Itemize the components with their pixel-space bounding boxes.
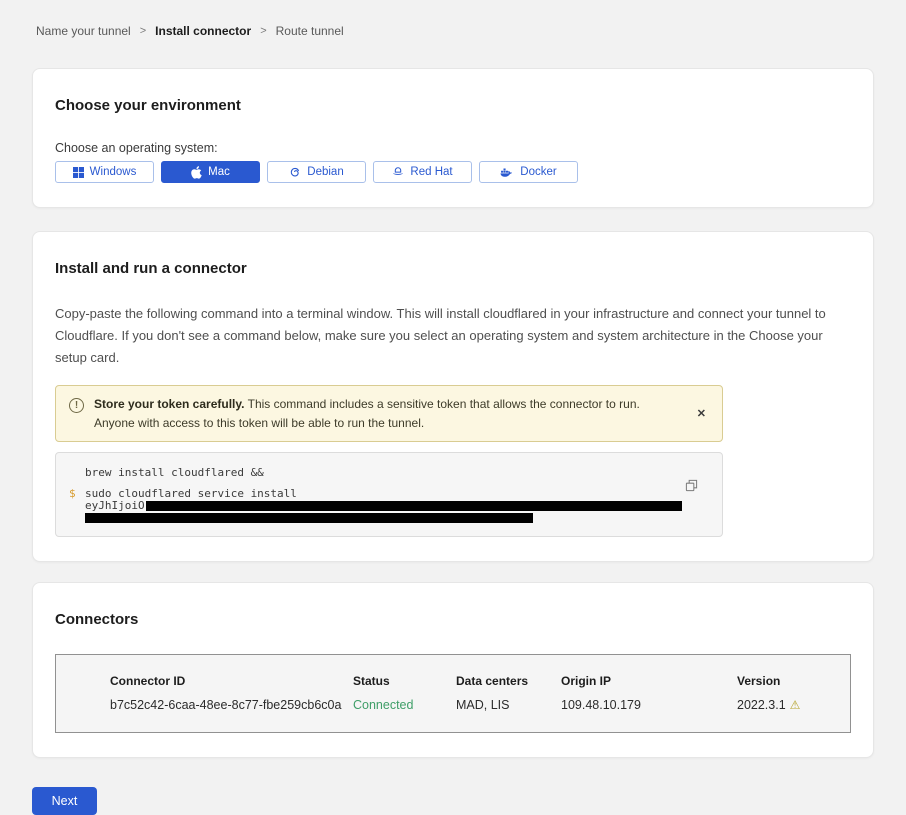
connectors-table: Connector ID Status Data centers Origin … <box>55 654 851 733</box>
column-header-origin-ip: Origin IP <box>561 674 737 688</box>
os-button-docker[interactable]: Docker <box>479 161 578 183</box>
column-header-status: Status <box>353 674 456 688</box>
install-command-code-block: brew install cloudflared && $sudo cloudf… <box>55 452 723 537</box>
os-button-label: Windows <box>90 166 137 178</box>
code-line-token: eyJhIjoiO <box>85 500 682 511</box>
code-line-brew: brew install cloudflared && <box>85 467 682 478</box>
redhat-icon <box>392 166 404 178</box>
token-warning-text: Store your token carefully. This command… <box>94 395 683 432</box>
os-button-label: Docker <box>520 166 556 178</box>
column-header-connector-id: Connector ID <box>110 674 353 688</box>
install-card: Install and run a connector Copy-paste t… <box>32 231 874 562</box>
version-value: 2022.3.1⚠ <box>737 698 830 712</box>
install-card-title: Install and run a connector <box>55 260 851 277</box>
os-select-label: Choose an operating system: <box>55 141 851 155</box>
breadcrumb-route-tunnel[interactable]: Route tunnel <box>276 24 344 38</box>
os-button-redhat[interactable]: Red Hat <box>373 161 472 183</box>
environment-card: Choose your environment Choose an operat… <box>32 68 874 208</box>
copy-icon[interactable] <box>685 479 698 492</box>
data-centers-value: MAD, LIS <box>456 698 561 712</box>
debian-icon <box>289 166 301 178</box>
close-icon[interactable]: ✕ <box>693 405 710 422</box>
connectors-card: Connectors Connector ID Status Data cent… <box>32 582 874 758</box>
next-button[interactable]: Next <box>32 787 97 815</box>
page: Name your tunnel > Install connector > R… <box>0 0 906 758</box>
shell-prompt: $ <box>69 488 76 499</box>
docker-icon <box>500 167 514 178</box>
environment-card-title: Choose your environment <box>55 97 851 114</box>
os-button-mac[interactable]: Mac <box>161 161 260 183</box>
status-badge: Connected <box>353 698 456 712</box>
os-button-group: Windows Mac Debian Red Hat <box>55 161 851 183</box>
column-header-version: Version <box>737 674 830 688</box>
redacted-token-bar <box>146 501 682 511</box>
apple-icon <box>191 166 202 179</box>
origin-ip-value: 109.48.10.179 <box>561 698 737 712</box>
table-header-row: Connector ID Status Data centers Origin … <box>110 674 830 688</box>
code-line-token-continued <box>85 512 682 523</box>
windows-icon <box>73 167 84 178</box>
os-button-label: Red Hat <box>410 166 452 178</box>
table-row: b7c52c42-6caa-48ee-8c77-fbe259cb6c0a Con… <box>110 698 830 712</box>
breadcrumb-name-your-tunnel[interactable]: Name your tunnel <box>36 24 131 38</box>
code-line-sudo: $sudo cloudflared service install <box>85 488 682 499</box>
os-button-debian[interactable]: Debian <box>267 161 366 183</box>
breadcrumb-separator: > <box>140 25 146 37</box>
install-description: Copy-paste the following command into a … <box>55 303 851 369</box>
connectors-card-title: Connectors <box>55 611 851 628</box>
os-button-label: Mac <box>208 166 230 178</box>
redacted-token-bar <box>85 513 533 523</box>
column-header-data-centers: Data centers <box>456 674 561 688</box>
token-prefix: eyJhIjoiO <box>85 500 145 511</box>
breadcrumb-install-connector[interactable]: Install connector <box>155 24 251 38</box>
breadcrumb: Name your tunnel > Install connector > R… <box>32 0 874 38</box>
breadcrumb-separator: > <box>260 25 266 37</box>
warning-triangle-icon: ⚠ <box>790 698 801 712</box>
connector-id-value: b7c52c42-6caa-48ee-8c77-fbe259cb6c0a <box>110 698 353 712</box>
token-warning-title: Store your token carefully. <box>94 397 245 411</box>
token-warning-banner: ! Store your token carefully. This comma… <box>55 385 723 442</box>
os-button-windows[interactable]: Windows <box>55 161 154 183</box>
os-button-label: Debian <box>307 166 343 178</box>
info-circle-icon: ! <box>69 398 84 413</box>
